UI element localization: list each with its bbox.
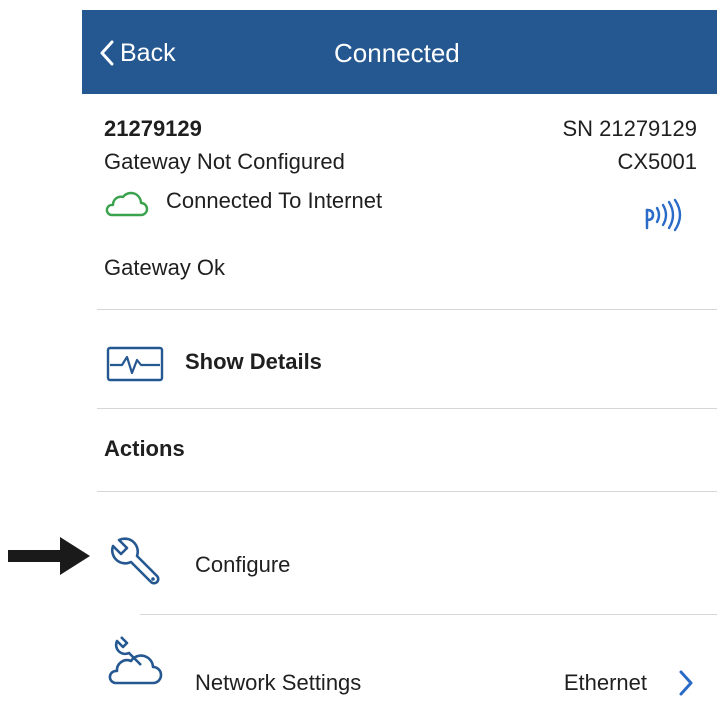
pointer-arrow-icon — [8, 537, 90, 575]
internet-status: Connected To Internet — [166, 188, 383, 213]
signal-icon — [645, 198, 682, 232]
back-button[interactable]: Back — [100, 36, 176, 70]
gateway-status: Gateway Not Configured — [104, 149, 345, 174]
divider — [97, 408, 717, 409]
show-details-row[interactable]: Show Details — [97, 310, 717, 408]
device-model: CX5001 — [617, 149, 697, 174]
device-id: 21279129 — [104, 116, 202, 141]
network-settings-row[interactable]: Network Settings Ethernet — [97, 615, 717, 725]
pulse-icon — [106, 346, 164, 382]
page-title: Connected — [334, 38, 460, 68]
network-settings-label: Network Settings — [195, 670, 362, 695]
navigation-bar: Back Connected — [82, 10, 717, 94]
show-details-label: Show Details — [185, 349, 322, 374]
network-cloud-icon — [108, 636, 163, 685]
chevron-right-icon — [679, 670, 693, 696]
configure-label: Configure — [195, 552, 291, 577]
cloud-icon — [105, 191, 149, 217]
gateway-health: Gateway Ok — [104, 255, 226, 280]
serial-number: SN 21279129 — [562, 116, 697, 141]
network-settings-value: Ethernet — [563, 670, 647, 695]
back-label: Back — [120, 38, 176, 67]
wrench-icon — [111, 537, 160, 585]
actions-heading: Actions — [104, 436, 185, 461]
configure-row[interactable]: Configure — [97, 492, 717, 614]
chevron-left-icon — [100, 40, 114, 66]
